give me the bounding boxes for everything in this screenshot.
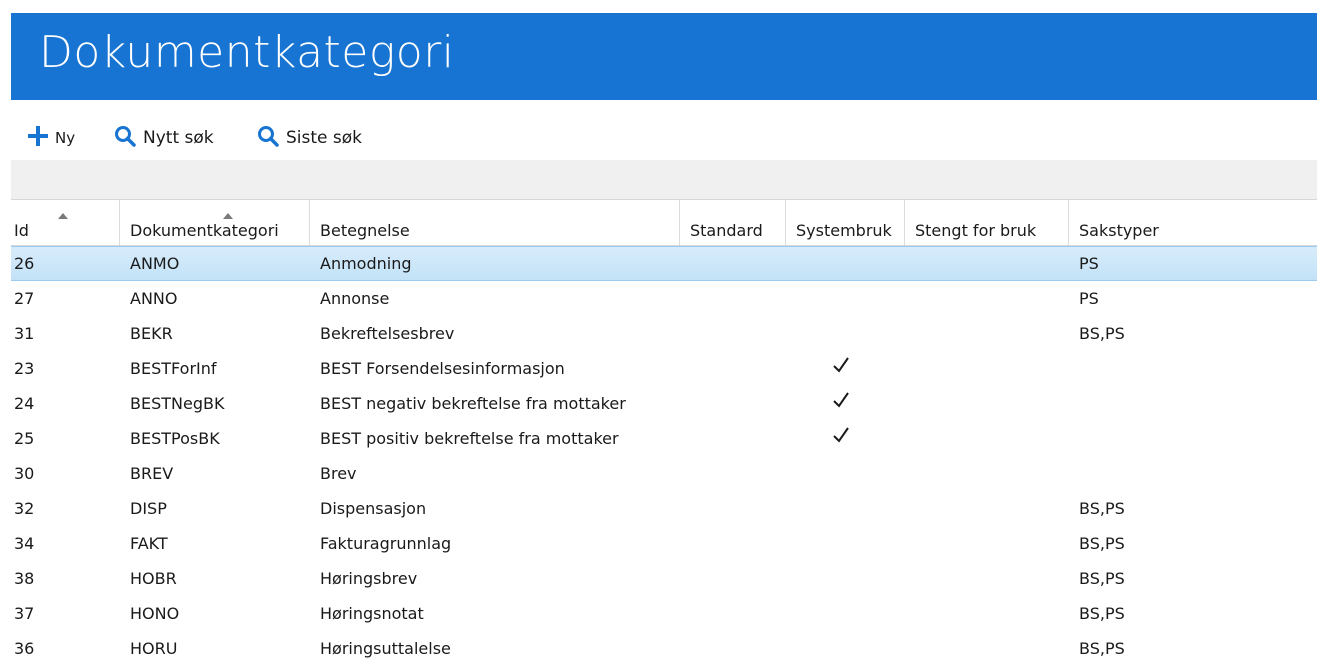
table-row[interactable]: 25 BESTPosBK BEST positiv bekreftelse fra … — [11, 421, 1317, 456]
row-id: 27 — [14, 289, 35, 308]
row-id: 31 — [14, 324, 35, 343]
row-id: 36 — [14, 639, 35, 658]
column-header-sakstyper[interactable]: Sakstyper — [1069, 200, 1317, 245]
column-header-dokumentkategori[interactable]: Dokumentkategori — [120, 200, 310, 245]
row-betegnelse: Anmodning — [320, 254, 412, 273]
row-sakstyper: BS,PS — [1079, 604, 1125, 623]
row-sakstyper: PS — [1079, 289, 1099, 308]
row-betegnelse: BEST positiv bekreftelse fra mottaker — [320, 429, 619, 448]
row-id: 34 — [14, 534, 35, 553]
checkmark-icon — [831, 425, 851, 449]
column-header-label: Stengt for bruk — [915, 221, 1037, 240]
table-row[interactable]: 24 BESTNegBK BEST negativ bekreftelse fra … — [11, 386, 1317, 421]
table-row[interactable]: 38 HOBR Høringsbrev BS,PS — [11, 561, 1317, 596]
row-sakstyper: BS,PS — [1079, 324, 1125, 343]
row-betegnelse: Høringsnotat — [320, 604, 424, 623]
row-dokumentkategori: BESTForInf — [130, 359, 217, 378]
checkmark-icon — [831, 355, 851, 379]
search-icon — [114, 125, 136, 151]
row-dokumentkategori: BESTNegBK — [130, 394, 225, 413]
column-header-id[interactable]: Id — [11, 200, 120, 245]
row-betegnelse: BEST Forsendelsesinformasjon — [320, 359, 565, 378]
row-sakstyper: PS — [1079, 254, 1099, 273]
sort-ascending-icon — [58, 204, 68, 223]
table-row[interactable]: 36 HORU Høringsuttalelse BS,PS — [11, 631, 1317, 666]
table-row[interactable]: 23 BESTForInf BEST Forsendelsesinformasjon — [11, 351, 1317, 386]
group-panel — [11, 160, 1317, 199]
table-row[interactable]: 27 ANNO Annonse PS — [11, 281, 1317, 316]
row-sakstyper: BS,PS — [1079, 569, 1125, 588]
table-row[interactable]: 37 HONO Høringsnotat BS,PS — [11, 596, 1317, 631]
grid-header: Id Dokumentkategori Betegnelse Standard … — [11, 199, 1317, 246]
table-row[interactable]: 26 ANMO Anmodning PS — [11, 246, 1317, 281]
row-id: 23 — [14, 359, 35, 378]
row-betegnelse: Bekreftelsesbrev — [320, 324, 455, 343]
last-search-label: Siste søk — [286, 128, 363, 148]
column-header-standard[interactable]: Standard — [680, 200, 786, 245]
row-id: 25 — [14, 429, 35, 448]
row-dokumentkategori: BESTPosBK — [130, 429, 220, 448]
row-betegnelse: Annonse — [320, 289, 390, 308]
column-header-systembruk[interactable]: Systembruk — [786, 200, 905, 245]
row-dokumentkategori: ANNO — [130, 289, 178, 308]
new-button[interactable]: Ny — [27, 118, 75, 158]
row-dokumentkategori: FAKT — [130, 534, 168, 553]
grid-rows: 26 ANMO Anmodning PS 27 ANNO Annonse PS 31 BEKR Be… — [11, 246, 1317, 666]
search-icon — [257, 125, 279, 151]
row-dokumentkategori: ANMO — [130, 254, 180, 273]
new-search-button[interactable]: Nytt søk — [114, 118, 214, 158]
table-row[interactable]: 34 FAKT Fakturagrunnlag BS,PS — [11, 526, 1317, 561]
column-header-label: Standard — [690, 221, 763, 240]
checkmark-icon — [831, 390, 851, 414]
table-row[interactable]: 32 DISP Dispensasjon BS,PS — [11, 491, 1317, 526]
row-id: 24 — [14, 394, 35, 413]
column-header-label: Betegnelse — [320, 221, 410, 240]
row-sakstyper: BS,PS — [1079, 639, 1125, 658]
table-row[interactable]: 31 BEKR Bekreftelsesbrev BS,PS — [11, 316, 1317, 351]
new-button-label: Ny — [55, 129, 76, 147]
column-header-label: Dokumentkategori — [130, 221, 279, 240]
row-sakstyper: BS,PS — [1079, 499, 1125, 518]
row-betegnelse: Fakturagrunnlag — [320, 534, 452, 553]
row-id: 32 — [14, 499, 35, 518]
plus-icon — [27, 125, 49, 151]
toolbar: Ny Nytt søk Siste søk — [11, 118, 1317, 158]
row-id: 37 — [14, 604, 35, 623]
row-betegnelse: Brev — [320, 464, 357, 483]
row-betegnelse: BEST negativ bekreftelse fra mottaker — [320, 394, 626, 413]
title-bar: Dokumentkategori — [11, 13, 1317, 100]
column-header-betegnelse[interactable]: Betegnelse — [310, 200, 680, 245]
table-row[interactable]: 30 BREV Brev — [11, 456, 1317, 491]
new-search-label: Nytt søk — [143, 128, 214, 148]
column-header-label: Id — [14, 221, 29, 240]
row-dokumentkategori: BREV — [130, 464, 174, 483]
last-search-button[interactable]: Siste søk — [257, 118, 362, 158]
row-dokumentkategori: HORU — [130, 639, 178, 658]
row-id: 38 — [14, 569, 35, 588]
row-betegnelse: Høringsbrev — [320, 569, 418, 588]
row-dokumentkategori: HOBR — [130, 569, 177, 588]
page-title: Dokumentkategori — [39, 27, 455, 78]
column-header-label: Sakstyper — [1079, 221, 1159, 240]
row-id: 30 — [14, 464, 35, 483]
row-id: 26 — [14, 254, 35, 273]
row-dokumentkategori: HONO — [130, 604, 180, 623]
row-betegnelse: Høringsuttalelse — [320, 639, 451, 658]
row-dokumentkategori: BEKR — [130, 324, 173, 343]
row-betegnelse: Dispensasjon — [320, 499, 427, 518]
row-sakstyper: BS,PS — [1079, 534, 1125, 553]
column-header-label: Systembruk — [796, 221, 892, 240]
row-dokumentkategori: DISP — [130, 499, 167, 518]
column-header-stengt-for-bruk[interactable]: Stengt for bruk — [905, 200, 1069, 245]
